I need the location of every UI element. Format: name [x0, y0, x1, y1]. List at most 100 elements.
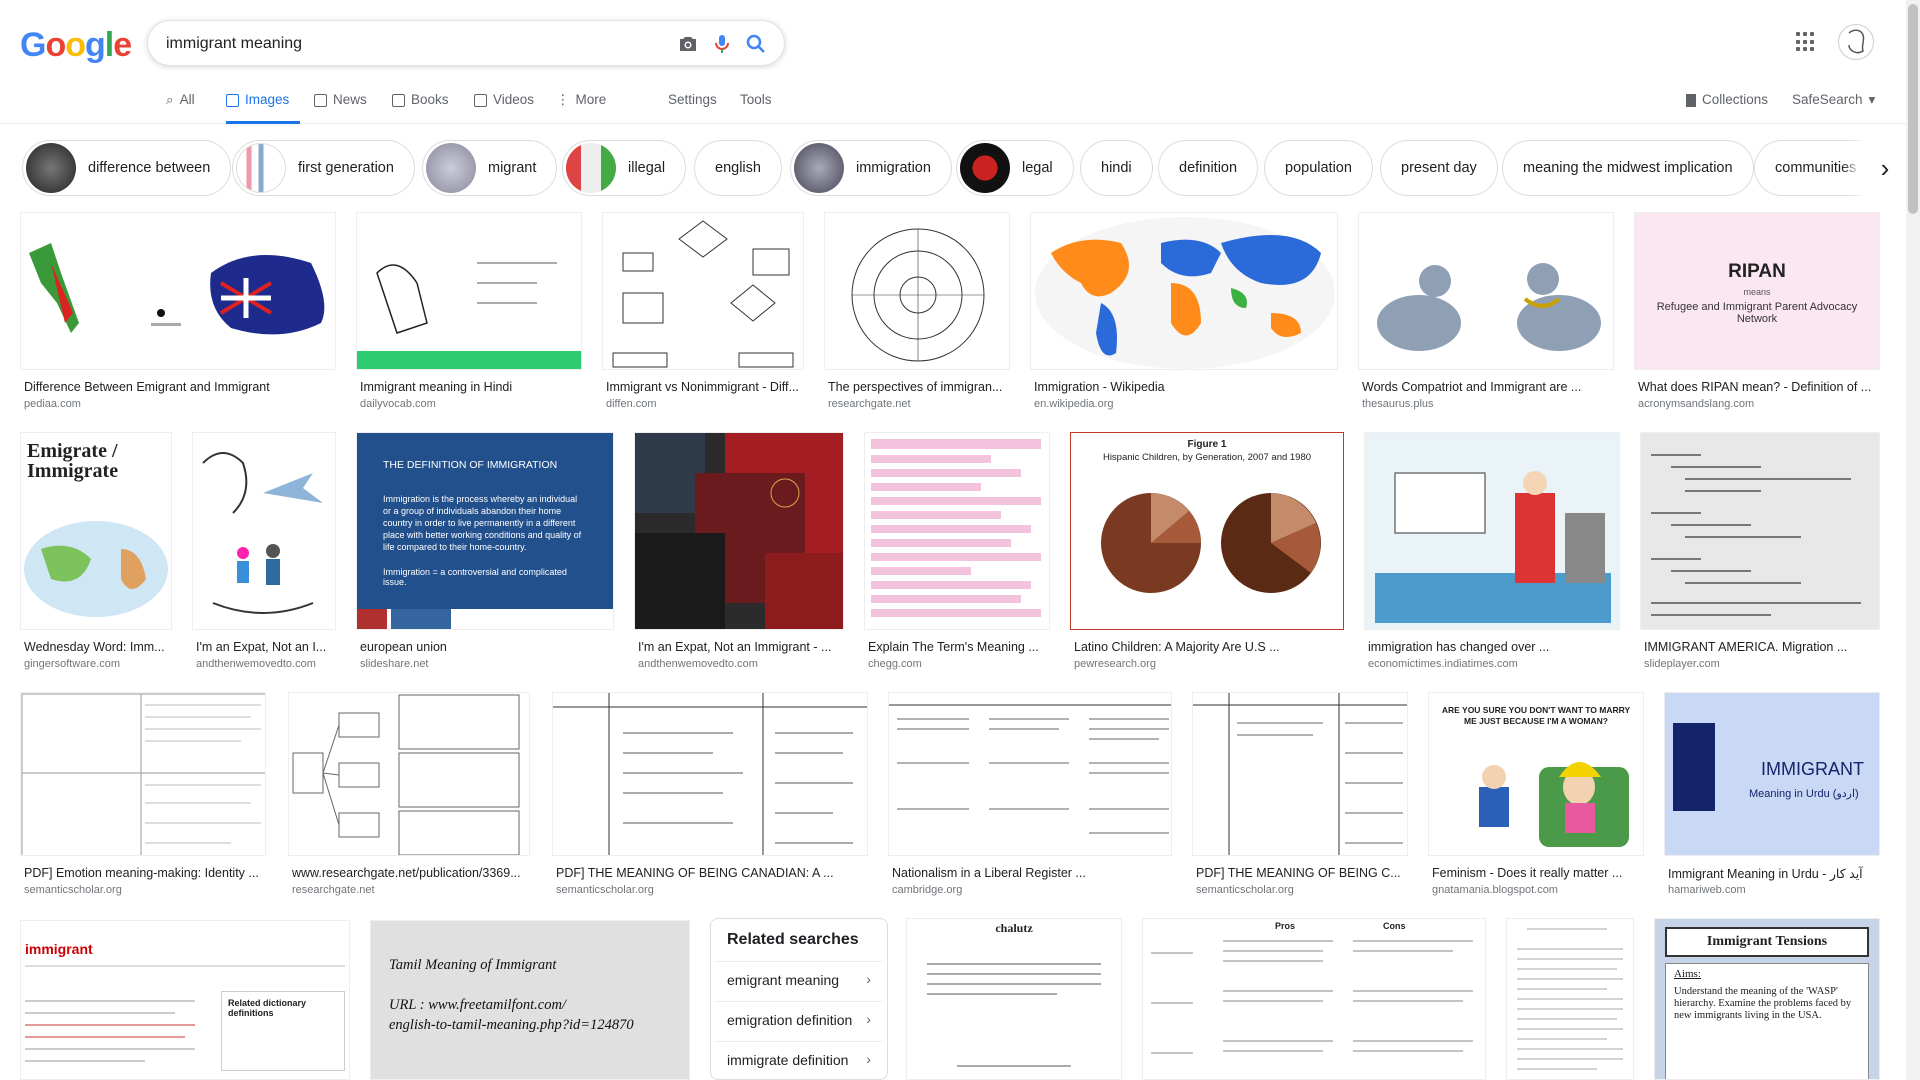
account-avatar[interactable] — [1838, 24, 1874, 60]
result-source[interactable]: pediaa.com — [24, 398, 81, 410]
google-apps-icon[interactable] — [1796, 32, 1816, 52]
result-source[interactable]: semanticscholar.org — [556, 884, 654, 896]
result-caption[interactable]: Immigration - Wikipedia — [1034, 380, 1342, 394]
result-source[interactable]: acronymsandslang.com — [1638, 398, 1754, 410]
chip[interactable]: illegal — [562, 140, 687, 196]
image-text: URL : www.freetamilfont.com/ — [389, 997, 566, 1013]
result-image — [1506, 918, 1634, 1080]
search-small-icon: ⌕ — [166, 92, 174, 107]
image-icon — [226, 94, 239, 107]
tab-images[interactable]: Images — [226, 88, 300, 124]
chip[interactable]: hindi — [1080, 140, 1153, 196]
result-source[interactable]: slideplayer.com — [1644, 658, 1720, 670]
result-caption[interactable]: IMMIGRANT AMERICA. Migration ... — [1644, 640, 1884, 654]
tab-tools[interactable]: Tools — [740, 88, 772, 124]
related-search-item[interactable]: emigrant meaning › — [715, 961, 883, 997]
related-searches-panel: Related searches emigrant meaning › emigr… — [710, 918, 888, 1080]
image-text: means — [1743, 287, 1771, 297]
related-search-item[interactable]: emigration definition › — [715, 1001, 883, 1037]
chip[interactable]: present day — [1380, 140, 1498, 196]
feminism-cartoon-graphic — [1479, 762, 1629, 847]
chip[interactable]: population — [1264, 140, 1373, 196]
result-source[interactable]: andthenwemovedto.com — [196, 658, 316, 670]
book-icon — [392, 94, 405, 107]
tab-videos[interactable]: Videos — [474, 88, 534, 124]
tab-news[interactable]: News — [314, 88, 367, 124]
result-source[interactable]: pewresearch.org — [1074, 658, 1156, 670]
microphone-icon[interactable] — [710, 32, 734, 56]
globe-graphic — [24, 521, 168, 617]
image-text: english-to-tamil-meaning.php?id=124870 — [389, 1017, 634, 1033]
chips-next-button[interactable]: › — [1860, 140, 1910, 196]
result-caption[interactable]: PDF] THE MEANING OF BEING C... — [1196, 866, 1412, 880]
chip[interactable]: difference between — [22, 140, 232, 196]
result-caption[interactable]: european union — [360, 640, 618, 654]
result-caption[interactable]: Feminism - Does it really matter ... — [1432, 866, 1648, 880]
chip[interactable]: english — [694, 140, 782, 196]
result-image — [192, 432, 336, 630]
result-caption[interactable]: Nationalism in a Liberal Register ... — [892, 866, 1176, 880]
search-icon[interactable] — [744, 32, 768, 56]
result-source[interactable]: hamariweb.com — [1668, 884, 1746, 896]
result-caption[interactable]: www.researchgate.net/publication/3369... — [292, 866, 534, 880]
pigeons-graphic — [1377, 263, 1601, 351]
search-input[interactable] — [166, 32, 626, 56]
related-search-item[interactable]: immigrate definition › — [715, 1041, 883, 1077]
chip[interactable]: migrant — [422, 140, 558, 196]
result-source[interactable]: thesaurus.plus — [1362, 398, 1434, 410]
safesearch-dropdown[interactable]: SafeSearch ▾ — [1792, 88, 1875, 124]
result-caption[interactable]: The perspectives of immigran... — [828, 380, 1014, 394]
result-source[interactable]: semanticscholar.org — [24, 884, 122, 896]
chevron-right-icon: › — [866, 1051, 871, 1067]
result-source[interactable]: researchgate.net — [292, 884, 375, 896]
result-caption[interactable]: PDF] Emotion meaning-making: Identity ..… — [24, 866, 270, 880]
result-caption[interactable]: Difference Between Emigrant and Immigran… — [24, 380, 340, 394]
chip[interactable]: definition — [1158, 140, 1259, 196]
result-source[interactable]: en.wikipedia.org — [1034, 398, 1114, 410]
chip[interactable]: first generation — [232, 140, 415, 196]
image-text: Cons — [1383, 921, 1406, 931]
tab-settings[interactable]: Settings — [668, 88, 717, 124]
result-source[interactable]: gingersoftware.com — [24, 658, 120, 670]
result-caption[interactable]: What does RIPAN mean? - Definition of ..… — [1638, 380, 1884, 394]
result-caption[interactable]: Latino Children: A Majority Are U.S ... — [1074, 640, 1348, 654]
result-caption[interactable]: Explain The Term's Meaning ... — [868, 640, 1054, 654]
result-source[interactable]: semanticscholar.org — [1196, 884, 1294, 896]
tab-all[interactable]: ⌕ All — [166, 88, 195, 124]
news-icon — [314, 94, 327, 107]
result-caption[interactable]: Immigrant vs Nonimmigrant - Diff... — [606, 380, 808, 394]
google-logo[interactable]: Google — [20, 26, 132, 65]
result-caption[interactable]: I'm an Expat, Not an Immigrant - ... — [638, 640, 848, 654]
result-source[interactable]: andthenwemovedto.com — [638, 658, 758, 670]
chip[interactable]: legal — [956, 140, 1074, 196]
result-source[interactable]: chegg.com — [868, 658, 922, 670]
result-image: THE DEFINITION OF IMMIGRATION Immigratio… — [356, 432, 614, 630]
result-caption[interactable]: Words Compatriot and Immigrant are ... — [1362, 380, 1618, 394]
tab-books[interactable]: Books — [392, 88, 449, 124]
scrollbar-thumb[interactable] — [1908, 4, 1918, 214]
result-source[interactable]: slideshare.net — [360, 658, 429, 670]
result-caption[interactable]: immigration has changed over ... — [1368, 640, 1624, 654]
page-scrollbar[interactable] — [1906, 0, 1920, 1080]
chip-thumbnail — [794, 143, 844, 193]
chip[interactable]: meaning the midwest implication — [1502, 140, 1754, 196]
tab-more[interactable]: ⋮ More — [556, 88, 606, 124]
chip[interactable]: immigration — [790, 140, 952, 196]
result-image — [1364, 432, 1620, 630]
result-image: ARE YOU SURE YOU DON'T WANT TO MARRY ME … — [1428, 692, 1644, 856]
result-source[interactable]: cambridge.org — [892, 884, 962, 896]
result-source[interactable]: economictimes.indiatimes.com — [1368, 658, 1518, 670]
result-caption[interactable]: Immigrant meaning in Hindi — [360, 380, 586, 394]
pros-cons-graphic — [1151, 940, 1473, 1054]
result-caption[interactable]: I'm an Expat, Not an I... — [196, 640, 340, 654]
result-source[interactable]: gnatamania.blogspot.com — [1432, 884, 1558, 896]
result-caption[interactable]: Immigrant Meaning in Urdu - آید کار — [1668, 866, 1884, 881]
collections-link[interactable]: Collections — [1686, 88, 1768, 124]
result-caption[interactable]: PDF] THE MEANING OF BEING CANADIAN: A ..… — [556, 866, 872, 880]
result-source[interactable]: dailyvocab.com — [360, 398, 436, 410]
camera-icon[interactable] — [676, 32, 700, 56]
result-source[interactable]: diffen.com — [606, 398, 657, 410]
result-image — [1640, 432, 1880, 630]
result-caption[interactable]: Wednesday Word: Imm... — [24, 640, 176, 654]
result-source[interactable]: researchgate.net — [828, 398, 911, 410]
